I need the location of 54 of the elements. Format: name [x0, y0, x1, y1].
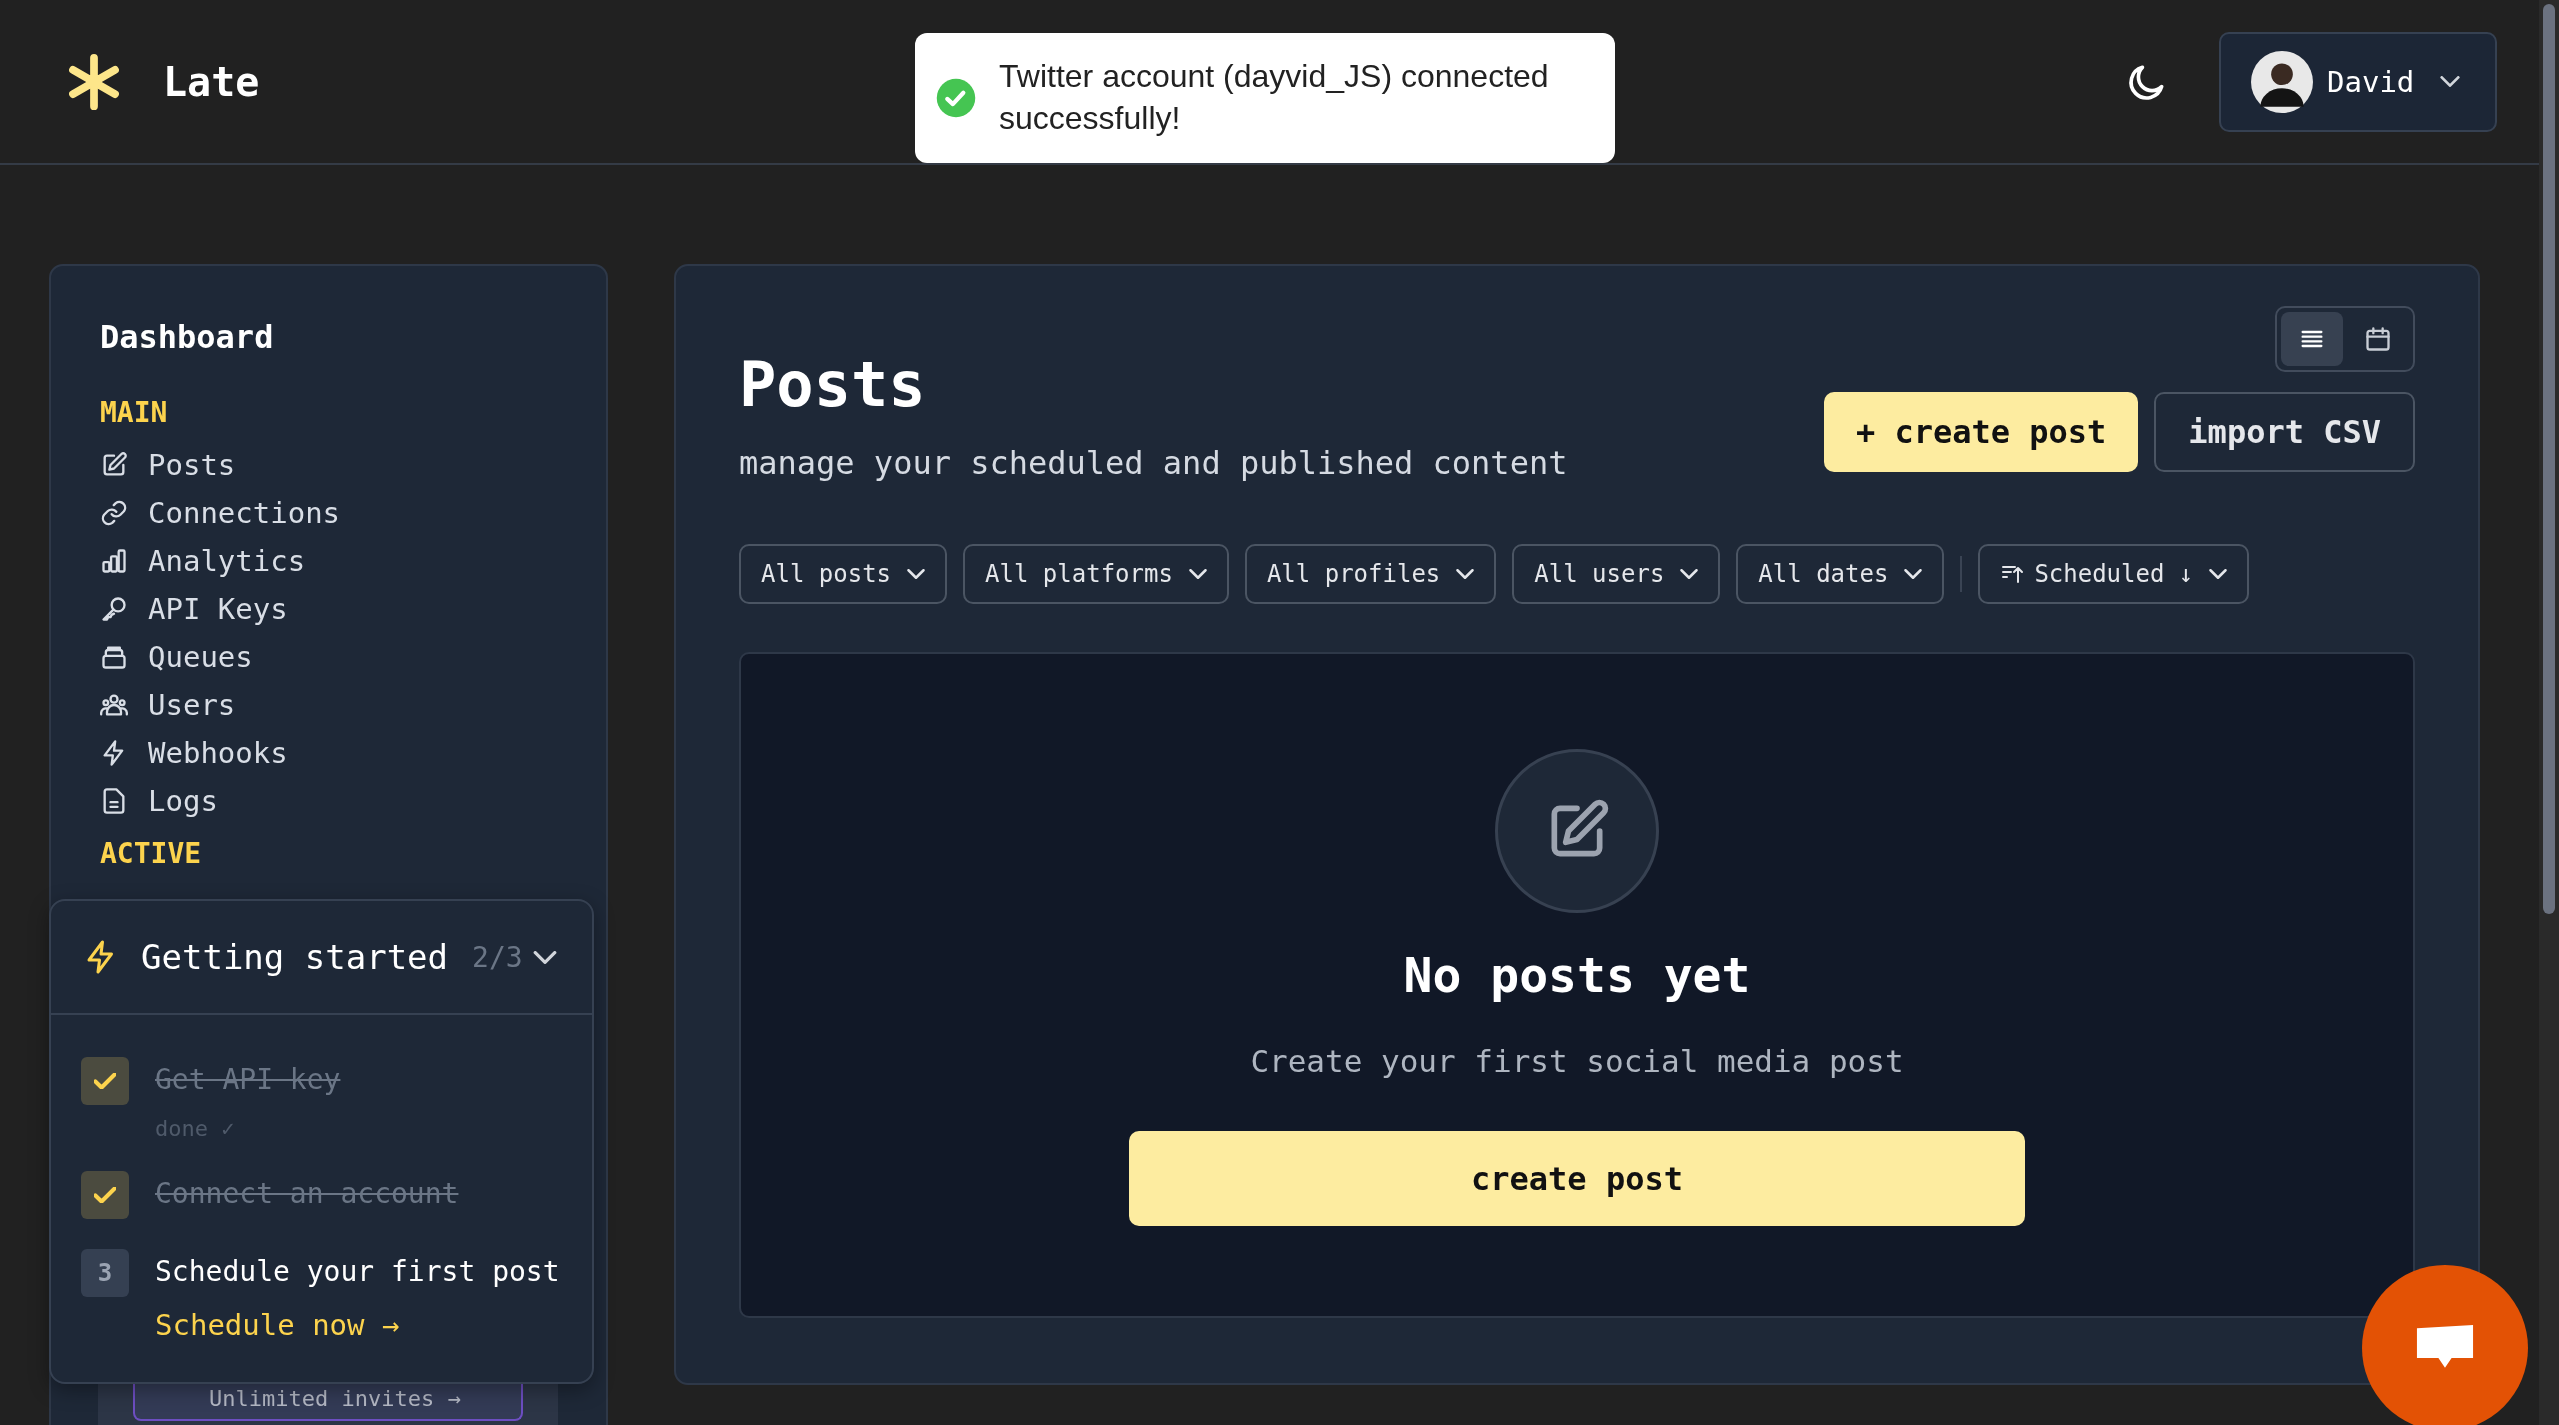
step-label: Schedule your first post [155, 1255, 560, 1288]
page-title: Posts [739, 348, 927, 423]
key-icon [100, 595, 128, 623]
scrollbar[interactable] [2539, 0, 2559, 1425]
chevron-down-icon [1456, 569, 1475, 580]
toast-message: Twitter account (dayvid_JS) connected successfully! [999, 57, 1550, 138]
promo-banner[interactable]: Unlimited invites → [133, 1384, 523, 1421]
getting-started-title: Getting started [141, 937, 449, 977]
step-label: Connect an account [155, 1177, 459, 1210]
avatar [2251, 50, 2313, 113]
chevron-down-icon [2209, 569, 2228, 580]
getting-started-header[interactable]: Getting started 2/3 [51, 901, 592, 1015]
chevron-down-icon [1188, 569, 1207, 580]
check-icon [94, 1073, 116, 1089]
step-number: 3 [81, 1249, 129, 1297]
schedule-now-link[interactable]: Schedule now → [155, 1308, 560, 1342]
sidebar-item[interactable]: API Keys [100, 585, 557, 633]
filter-dropdown[interactable]: All platforms [963, 544, 1229, 605]
sidebar-item[interactable]: Posts [100, 441, 557, 489]
sidebar-title: Dashboard [100, 318, 275, 356]
page-subtitle: manage your scheduled and published content [739, 444, 1568, 483]
sort-dropdown[interactable]: Scheduled ↓ [1978, 544, 2250, 605]
section-heading: MAIN [100, 396, 169, 429]
step-label: Get API key [155, 1063, 341, 1096]
create-post-button[interactable]: + create post [1823, 392, 2139, 472]
sidebar-item[interactable]: Queues [100, 633, 557, 681]
import-csv-button[interactable]: import CSV [2154, 392, 2415, 472]
empty-message: Create your first social media post [1250, 1043, 1904, 1080]
filter-dropdown[interactable]: All users [1512, 544, 1721, 605]
check-circle-icon [935, 77, 977, 119]
scrollbar-thumb[interactable] [2543, 4, 2555, 914]
sidebar-item[interactable]: Users [100, 681, 557, 729]
filter-dropdown[interactable]: All posts [739, 544, 948, 605]
chevron-down-icon [1680, 569, 1699, 580]
bar-chart-icon [100, 547, 128, 575]
filter-dropdown[interactable]: All profiles [1244, 544, 1497, 605]
empty-title: No posts yet [1403, 947, 1751, 1004]
list-view-button[interactable] [2281, 312, 2343, 366]
chevron-down-icon [907, 569, 926, 580]
logo-text: Late [163, 58, 260, 105]
chevron-down-icon [2440, 76, 2461, 87]
filter-dropdown[interactable]: All dates [1736, 544, 1945, 605]
check-icon [94, 1187, 116, 1203]
sidebar-item[interactable]: Connections [100, 489, 557, 537]
calendar-icon [2364, 325, 2392, 353]
section-heading: ACTIVE [100, 837, 203, 870]
user-menu-button[interactable]: David [2219, 31, 2497, 132]
sidebar-item[interactable]: Logs [100, 777, 557, 825]
chevron-down-icon [1904, 569, 1923, 580]
create-post-button[interactable]: create post [1129, 1131, 2025, 1227]
sidebar-item[interactable]: Analytics [100, 537, 557, 585]
link-icon [100, 499, 128, 527]
sidebar-item[interactable]: Webhooks [100, 729, 557, 777]
progress-count: 2/3 [472, 940, 523, 974]
